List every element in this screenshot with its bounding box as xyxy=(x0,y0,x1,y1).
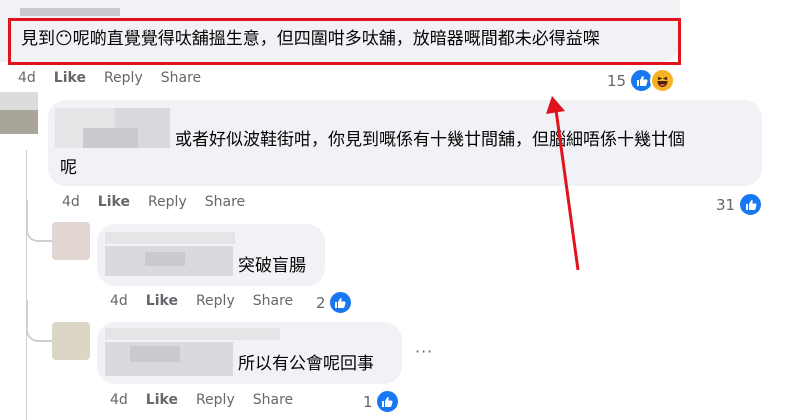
haha-icon xyxy=(650,68,676,93)
comment-actions: 4d Like Reply Share xyxy=(110,392,293,408)
avatar xyxy=(52,222,90,260)
comment-actions: 4d Like Reply Share xyxy=(62,194,245,210)
reaction-summary[interactable]: 1 xyxy=(363,389,400,414)
share-button[interactable]: Share xyxy=(253,293,293,309)
share-button[interactable]: Share xyxy=(205,194,245,210)
commenter-name-blurred xyxy=(145,252,185,266)
like-icon xyxy=(374,389,400,414)
like-button[interactable]: Like xyxy=(98,194,130,210)
comment-time[interactable]: 4d xyxy=(62,194,80,210)
like-button[interactable]: Like xyxy=(54,70,86,86)
reaction-summary[interactable]: 15 xyxy=(607,68,676,93)
thread-connector xyxy=(26,200,52,242)
comment-text: 見到😶呢啲直覺覺得呔舖搵生意，但四圍咁多呔舖，放暗器嘅間都未必得益㗎 xyxy=(21,29,600,49)
reaction-count: 1 xyxy=(363,392,373,411)
comment-text: 突破盲腸 xyxy=(238,256,306,276)
like-button[interactable]: Like xyxy=(146,293,178,309)
commenter-name-blurred xyxy=(83,128,138,148)
comment-time[interactable]: 4d xyxy=(18,70,36,86)
comment-text-line2: 呢 xyxy=(60,158,77,178)
reaction-summary[interactable]: 31 xyxy=(716,192,764,217)
comment-actions: 4d Like Reply Share xyxy=(110,293,293,309)
reply-button[interactable]: Reply xyxy=(196,392,235,408)
reaction-count: 15 xyxy=(607,71,627,90)
like-icon xyxy=(327,290,353,315)
like-button[interactable]: Like xyxy=(146,392,178,408)
comment-time[interactable]: 4d xyxy=(110,293,128,309)
reaction-summary[interactable]: 2 xyxy=(316,290,353,315)
avatar xyxy=(0,92,38,110)
comment-actions: 4d Like Reply Share xyxy=(18,70,201,86)
reply-button[interactable]: Reply xyxy=(196,293,235,309)
reaction-count: 2 xyxy=(316,293,326,312)
comment-text: 所以有公會呢回事 xyxy=(238,354,374,374)
avatar xyxy=(0,110,38,134)
share-button[interactable]: Share xyxy=(161,70,201,86)
comment-text-line1: 或者好似波鞋街咁，你見到嘅係有十幾廿間舖，但腦細唔係十幾廿個 xyxy=(175,130,685,150)
reaction-count: 31 xyxy=(716,195,736,214)
thread-connector xyxy=(26,300,52,342)
more-options-icon[interactable]: ··· xyxy=(415,342,433,361)
thread-line xyxy=(26,150,27,420)
commenter-name-blurred xyxy=(105,328,280,340)
avatar xyxy=(52,322,90,360)
reply-button[interactable]: Reply xyxy=(104,70,143,86)
commenter-name-blurred xyxy=(20,8,120,16)
comment-time[interactable]: 4d xyxy=(110,392,128,408)
commenter-name-blurred xyxy=(130,346,180,362)
commenter-name-blurred xyxy=(105,232,235,244)
like-icon xyxy=(738,192,764,217)
reply-button[interactable]: Reply xyxy=(148,194,187,210)
share-button[interactable]: Share xyxy=(253,392,293,408)
